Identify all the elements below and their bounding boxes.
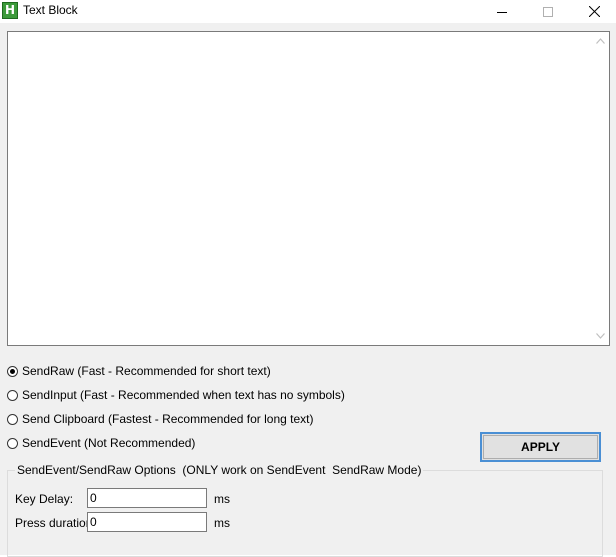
press-duration-unit: ms	[214, 516, 230, 530]
apply-button-label: APPLY	[521, 440, 560, 454]
minimize-icon	[497, 11, 507, 13]
title-bar: H Text Block	[0, 0, 616, 23]
radio-send-clipboard[interactable]: Send Clipboard (Fastest - Recommended fo…	[7, 411, 313, 427]
radio-sendevent[interactable]: SendEvent (Not Recommended)	[7, 435, 195, 451]
press-duration-input[interactable]: 0	[87, 512, 207, 532]
radio-sendraw[interactable]: SendRaw (Fast - Recommended for short te…	[7, 363, 271, 379]
group-legend: SendEvent/SendRaw Options (ONLY work on …	[15, 463, 424, 477]
radio-label: Send Clipboard (Fastest - Recommended fo…	[22, 412, 314, 426]
radio-button[interactable]	[7, 413, 18, 425]
scroll-down-icon[interactable]	[596, 333, 605, 339]
radio-button[interactable]	[7, 365, 18, 377]
key-delay-unit: ms	[214, 492, 230, 506]
scroll-up-icon[interactable]	[596, 38, 605, 44]
app-icon: H	[2, 2, 18, 19]
key-delay-label: Key Delay:	[15, 492, 74, 506]
apply-button[interactable]: APPLY	[480, 432, 601, 462]
radio-label: SendInput (Fast - Recommended when text …	[22, 388, 345, 402]
vertical-scrollbar[interactable]	[592, 32, 609, 345]
maximize-icon	[543, 6, 553, 17]
radio-selected-dot	[10, 368, 15, 374]
close-button[interactable]	[571, 0, 616, 23]
sendevent-options-group: SendEvent/SendRaw Options (ONLY work on …	[7, 463, 603, 557]
radio-label: SendRaw (Fast - Recommended for short te…	[22, 364, 271, 378]
app-icon-letter: H	[4, 3, 16, 17]
radio-sendinput[interactable]: SendInput (Fast - Recommended when text …	[7, 387, 345, 403]
close-icon	[588, 6, 600, 17]
window-title: Text Block	[23, 3, 78, 17]
text-block-editor[interactable]	[7, 31, 610, 346]
key-delay-input[interactable]: 0	[87, 488, 207, 508]
maximize-button[interactable]	[525, 0, 571, 23]
dialog-body: SendRaw (Fast - Recommended for short te…	[0, 23, 616, 557]
minimize-button[interactable]	[479, 0, 525, 23]
press-duration-label: Press duration:	[15, 516, 96, 530]
radio-label: SendEvent (Not Recommended)	[22, 436, 196, 450]
radio-button[interactable]	[7, 389, 18, 401]
radio-button[interactable]	[7, 437, 18, 449]
